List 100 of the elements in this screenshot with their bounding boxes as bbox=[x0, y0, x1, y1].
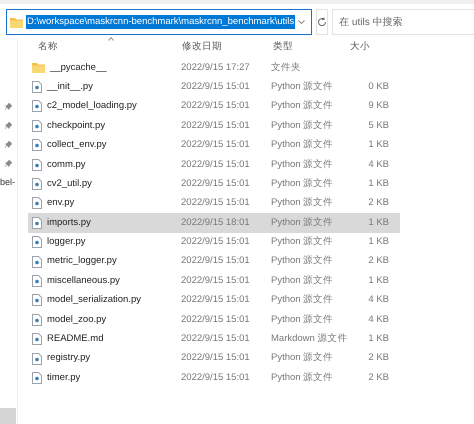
file-icon bbox=[32, 100, 42, 112]
pin-icon[interactable] bbox=[5, 103, 12, 110]
file-type: Python 源文件 bbox=[271, 274, 334, 288]
file-size: 2 KB bbox=[367, 370, 389, 385]
file-name: model_serialization.py bbox=[47, 293, 141, 308]
file-type: Python 源文件 bbox=[271, 293, 334, 308]
folder-icon bbox=[10, 16, 23, 28]
file-icon bbox=[32, 294, 42, 306]
modified-date: 2022/9/15 15:01 bbox=[181, 196, 251, 210]
file-row[interactable]: model_serialization.py 2022/9/15 15:01 Python 源文件 4 KB bbox=[28, 290, 400, 310]
file-row[interactable]: collect_env.py 2022/9/15 15:01 Python 源文件 1 KB bbox=[28, 136, 400, 155]
pin-icon[interactable] bbox=[5, 141, 12, 148]
file-row[interactable]: env.py 2022/9/15 15:01 Python 源文件 2 KB bbox=[28, 194, 400, 214]
modified-date: 2022/9/15 15:01 bbox=[181, 312, 251, 327]
file-icon bbox=[32, 81, 42, 94]
file-name: c2_model_loading.py bbox=[47, 99, 137, 114]
column-header[interactable]: 大小 bbox=[350, 40, 370, 54]
file-row[interactable]: timer.py 2022/9/15 15:01 Python 源文件 2 KB bbox=[28, 368, 400, 388]
file-size: 4 KB bbox=[367, 312, 389, 327]
file-type: Python 源文件 bbox=[271, 80, 334, 94]
file-row[interactable]: README.md 2022/9/15 15:01 Markdown 源文件 1 KB bbox=[28, 329, 400, 349]
search-field[interactable]: 在 utils 中搜索 bbox=[332, 9, 474, 35]
file-size: 2 KB bbox=[367, 351, 389, 366]
modified-date: 2022/9/15 15:01 bbox=[181, 293, 251, 308]
file-name: comm.py bbox=[47, 158, 86, 172]
column-header[interactable]: 类型 bbox=[273, 40, 293, 54]
modified-date: 2022/9/15 15:01 bbox=[181, 80, 251, 94]
file-size: 4 KB bbox=[367, 158, 389, 172]
file-type: Python 源文件 bbox=[271, 118, 334, 133]
file-row[interactable]: cv2_util.py 2022/9/15 15:01 Python 源文件 1 KB bbox=[28, 174, 400, 194]
file-name: logger.py bbox=[47, 235, 86, 250]
file-name: README.md bbox=[47, 332, 104, 346]
modified-date: 2022/9/15 15:01 bbox=[181, 254, 251, 268]
file-row[interactable]: logger.py 2022/9/15 15:01 Python 源文件 1 KB bbox=[28, 232, 400, 252]
file-type: Python 源文件 bbox=[271, 99, 334, 114]
address-path: D:\workspace\maskrcnn-benchmark\maskrcnn_benchmark\utils bbox=[26, 14, 296, 30]
file-size: 1 KB bbox=[367, 332, 389, 346]
file-type: 文件夹 bbox=[271, 60, 302, 75]
modified-date: 2022/9/15 15:01 bbox=[181, 235, 251, 250]
file-icon bbox=[32, 236, 42, 248]
file-size: 0 KB bbox=[367, 80, 389, 94]
file-row[interactable]: imports.py 2022/9/15 18:01 Python 源文件 1 KB bbox=[28, 213, 400, 233]
modified-date: 2022/9/15 18:01 bbox=[181, 216, 251, 230]
chevron-down-icon[interactable] bbox=[298, 20, 306, 24]
file-type: Python 源文件 bbox=[271, 312, 334, 327]
file-row[interactable]: c2_model_loading.py 2022/9/15 15:01 Python 源文件 9 KB bbox=[28, 96, 400, 116]
file-size: 2 KB bbox=[367, 254, 389, 268]
modified-date: 2022/9/15 15:01 bbox=[181, 176, 251, 191]
file-name: metric_logger.py bbox=[47, 254, 117, 268]
file-icon bbox=[32, 352, 42, 365]
file-size: 4 KB bbox=[367, 293, 389, 308]
modified-date: 2022/9/15 15:01 bbox=[181, 370, 251, 385]
column-header[interactable]: 名称 bbox=[38, 40, 58, 54]
file-type: Markdown 源文件 bbox=[271, 332, 348, 346]
scrollbar-thumb[interactable] bbox=[0, 408, 16, 424]
file-name: timer.py bbox=[47, 370, 80, 385]
file-type: Python 源文件 bbox=[271, 176, 334, 191]
refresh-button[interactable] bbox=[316, 9, 328, 35]
modified-date: 2022/9/15 15:01 bbox=[181, 99, 251, 114]
modified-date: 2022/9/15 15:01 bbox=[181, 274, 251, 288]
file-row[interactable]: metric_logger.py 2022/9/15 15:01 Python 源文件 2 KB bbox=[28, 252, 400, 272]
file-row[interactable]: registry.py 2022/9/15 15:01 Python 源文件 2 KB bbox=[28, 348, 400, 368]
file-row[interactable]: __init__.py 2022/9/15 15:01 Python 源文件 0 KB bbox=[28, 77, 400, 97]
file-row[interactable]: checkpoint.py 2022/9/15 15:01 Python 源文件 5 KB bbox=[28, 116, 400, 136]
file-row[interactable]: model_zoo.py 2022/9/15 15:01 Python 源文件 4 KB bbox=[28, 310, 400, 330]
modified-date: 2022/9/15 17:27 bbox=[181, 60, 251, 75]
modified-date: 2022/9/15 15:01 bbox=[181, 118, 251, 133]
file-name: __init__.py bbox=[47, 80, 93, 94]
file-icon bbox=[32, 178, 42, 190]
file-type: Python 源文件 bbox=[271, 235, 334, 250]
file-size: 1 KB bbox=[367, 274, 389, 288]
file-row[interactable]: __pycache__ 2022/9/15 17:27 文件夹 bbox=[28, 58, 400, 78]
file-icon bbox=[32, 333, 42, 346]
refresh-icon bbox=[317, 17, 328, 27]
file-type: Python 源文件 bbox=[271, 216, 334, 230]
file-name: model_zoo.py bbox=[47, 312, 106, 327]
pin-icon[interactable] bbox=[5, 122, 12, 129]
file-icon bbox=[32, 314, 42, 326]
file-size: 5 KB bbox=[367, 118, 389, 133]
file-size: 1 KB bbox=[367, 216, 389, 230]
file-icon bbox=[32, 158, 42, 171]
file-type: Python 源文件 bbox=[271, 196, 334, 210]
file-row[interactable]: miscellaneous.py 2022/9/15 15:01 Python 源文件 1 KB bbox=[28, 271, 400, 291]
address-bar[interactable]: D:\workspace\maskrcnn-benchmark\maskrcnn_benchmark\utils bbox=[6, 9, 312, 35]
file-type: Python 源文件 bbox=[271, 370, 334, 385]
file-icon bbox=[32, 120, 42, 132]
pin-icon[interactable] bbox=[5, 160, 12, 167]
file-size: 9 KB bbox=[367, 99, 389, 114]
modified-date: 2022/9/15 15:01 bbox=[181, 332, 251, 346]
file-icon bbox=[32, 216, 42, 229]
column-header[interactable]: 修改日期 bbox=[182, 40, 222, 54]
file-icon bbox=[32, 197, 42, 210]
file-name: __pycache__ bbox=[50, 60, 107, 75]
file-icon bbox=[32, 139, 42, 152]
file-name: env.py bbox=[47, 196, 74, 210]
file-icon bbox=[32, 274, 42, 287]
file-name: miscellaneous.py bbox=[47, 274, 120, 288]
file-row[interactable]: comm.py 2022/9/15 15:01 Python 源文件 4 KB bbox=[28, 154, 400, 174]
file-name: registry.py bbox=[47, 351, 90, 366]
file-type: Python 源文件 bbox=[271, 351, 334, 366]
